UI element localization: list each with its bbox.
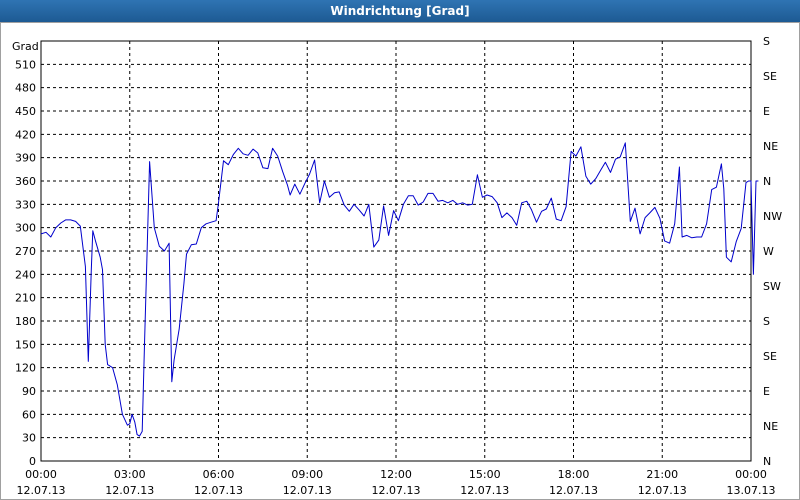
y-tick-label: 0 (29, 455, 36, 468)
x-tick-date: 12.07.13 (638, 484, 687, 497)
x-tick-time: 18:00 (558, 468, 590, 481)
series-line (40, 142, 759, 437)
x-tick-date: 12.07.13 (283, 484, 332, 497)
y2-tick-label: S (763, 35, 770, 48)
x-tick-time: 03:00 (114, 468, 146, 481)
y-axis-ticks: 0 30 60 90 120 150 180 210 240 270 300 330 360 390 420… (15, 58, 36, 468)
y2-tick-label: NE (763, 420, 778, 433)
x-tick-date: 12.07.13 (549, 484, 598, 497)
y2-axis-ticks: N NE E SE S SW W NW N NE E SE S (763, 35, 782, 468)
y-tick-label: 360 (15, 175, 36, 188)
y-tick-label: 90 (22, 385, 36, 398)
y2-tick-label: SE (763, 350, 777, 363)
x-tick-time: 00:00 (25, 468, 57, 481)
x-tick-date: 12.07.13 (17, 484, 66, 497)
y2-tick-label: SW (763, 280, 781, 293)
x-tick-time: 15:00 (469, 468, 501, 481)
y-tick-label: 450 (15, 105, 36, 118)
wind-direction-chart: Grad 0 30 60 90 120 150 180 210 240 270 300 330 360 3… (12, 35, 782, 497)
y-tick-label: 420 (15, 128, 36, 141)
x-tick-date: 12.07.13 (194, 484, 243, 497)
y-tick-label: 330 (15, 198, 36, 211)
y2-tick-label: NE (763, 140, 778, 153)
y2-tick-label: N (763, 455, 771, 468)
y2-tick-label: S (763, 315, 770, 328)
y-tick-label: 300 (15, 222, 36, 235)
y-tick-label: 120 (15, 362, 36, 375)
y2-tick-label: SE (763, 70, 777, 83)
x-tick-date: 12.07.13 (460, 484, 509, 497)
y2-tick-label: W (763, 245, 774, 258)
x-tick-time: 00:00 (735, 468, 767, 481)
x-tick-time: 06:00 (203, 468, 235, 481)
y-tick-label: 510 (15, 58, 36, 71)
x-tick-date: 12.07.13 (105, 484, 154, 497)
y-tick-label: 180 (15, 315, 36, 328)
y-tick-label: 240 (15, 268, 36, 281)
y2-tick-label: E (763, 105, 770, 118)
x-tick-date: 13.07.13 (727, 484, 776, 497)
y-tick-label: 30 (22, 432, 36, 445)
y-axis-label: Grad (12, 40, 39, 53)
y-tick-label: 210 (15, 292, 36, 305)
y2-tick-label: NW (763, 210, 782, 223)
y-tick-label: 150 (15, 338, 36, 351)
y2-tick-label: E (763, 385, 770, 398)
y2-tick-label: N (763, 175, 771, 188)
y-tick-label: 390 (15, 152, 36, 165)
x-axis-ticks: 00:00 12.07.13 03:00 12.07.13 06:00 12.07.13 0… (17, 468, 776, 497)
x-tick-time: 09:00 (291, 468, 323, 481)
y-tick-label: 60 (22, 408, 36, 421)
x-tick-date: 12.07.13 (372, 484, 421, 497)
series-group (40, 142, 759, 437)
x-tick-time: 12:00 (380, 468, 412, 481)
x-tick-time: 21:00 (646, 468, 678, 481)
y-tick-label: 270 (15, 245, 36, 258)
y-tick-label: 480 (15, 82, 36, 95)
